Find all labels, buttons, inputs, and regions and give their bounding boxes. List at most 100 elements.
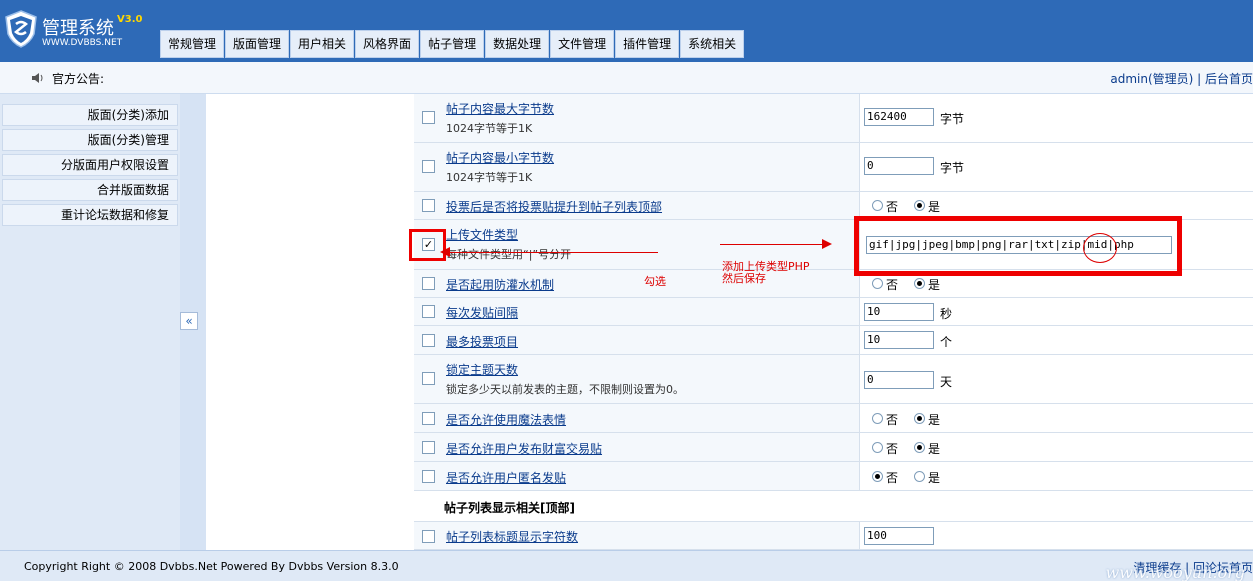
unit-label: 秒 xyxy=(940,307,953,321)
radio-no-label: 否 xyxy=(886,413,899,427)
radio-yes-label: 是 xyxy=(928,278,941,292)
annotation-arrow-left xyxy=(446,252,658,253)
radio-no[interactable] xyxy=(872,413,883,424)
radio-yes-label: 是 xyxy=(928,442,941,456)
option-desc: 1024字节等于1K xyxy=(446,171,533,184)
arrow-right-icon xyxy=(822,239,832,249)
annotation-check-label: 勾选 xyxy=(644,275,666,288)
radio-yes[interactable] xyxy=(914,413,925,424)
sidebar-item-recount-repair[interactable]: 重计论坛数据和修复 xyxy=(2,204,178,226)
settings-table: 帖子内容最大字节数 1024字节等于1K 162400 字节 帖子内容最小字节数… xyxy=(414,94,1253,550)
row-checkbox[interactable] xyxy=(422,334,435,347)
sidebar-item-merge-boards[interactable]: 合并版面数据 xyxy=(2,179,178,201)
radio-no[interactable] xyxy=(872,278,883,289)
unit-label: 个 xyxy=(940,335,953,349)
unit-label: 字节 xyxy=(940,161,965,175)
section-title: 帖子列表显示相关[顶部] xyxy=(444,501,575,515)
copyright-text: Copyright Right © 2008 Dvbbs.Net Powered… xyxy=(24,560,399,573)
logo-subtitle: WWW.DVBBS.NET xyxy=(42,38,123,48)
row-checkbox[interactable] xyxy=(422,305,435,318)
table-row: 是否允许用户匿名发贴 否 是 xyxy=(414,462,1253,491)
section-header: 帖子列表显示相关[顶部] xyxy=(414,491,1253,522)
row-checkbox[interactable] xyxy=(422,441,435,454)
table-row: 帖子列表标题显示字符数 100 xyxy=(414,522,1253,550)
radio-yes-label: 是 xyxy=(928,413,941,427)
lock-days-input[interactable]: 0 xyxy=(864,371,934,389)
radio-no-label: 否 xyxy=(886,442,899,456)
nav-tab-users[interactable]: 用户相关 xyxy=(290,30,355,58)
table-row: 最多投票项目 10 个 xyxy=(414,326,1253,355)
radio-yes[interactable] xyxy=(914,200,925,211)
max-vote-items-input[interactable]: 10 xyxy=(864,331,934,349)
row-checkbox[interactable] xyxy=(422,111,435,124)
radio-yes-label: 是 xyxy=(928,471,941,485)
radio-yes[interactable] xyxy=(914,471,925,482)
option-title[interactable]: 锁定主题天数 xyxy=(446,361,518,378)
user-links[interactable]: admin(管理员) | 后台首页 xyxy=(1110,70,1253,87)
nav-tab-boards[interactable]: 版面管理 xyxy=(225,30,290,58)
sidebar-item-add-board[interactable]: 版面(分类)添加 xyxy=(2,104,178,126)
option-title[interactable]: 每次发贴间隔 xyxy=(446,304,518,321)
annotation-add-line2: 然后保存 xyxy=(722,272,766,285)
header-bar: 管理系统 V3.0 WWW.DVBBS.NET 常规管理 版面管理 用户相关 风… xyxy=(0,0,1253,62)
table-row: 帖子内容最大字节数 1024字节等于1K 162400 字节 xyxy=(414,94,1253,143)
notice-bar: 官方公告: admin(管理员) | 后台首页 xyxy=(0,62,1253,94)
arrow-left-icon xyxy=(440,247,450,257)
option-title[interactable]: 最多投票项目 xyxy=(446,333,518,350)
notice-label: 官方公告: xyxy=(52,72,105,86)
row-checkbox[interactable] xyxy=(422,470,435,483)
radio-yes[interactable] xyxy=(914,442,925,453)
logo-version: V3.0 xyxy=(117,14,143,25)
speaker-icon xyxy=(32,73,43,83)
table-row: 每次发贴间隔 10 秒 xyxy=(414,298,1253,326)
option-title[interactable]: 是否允许用户发布财富交易贴 xyxy=(446,440,602,457)
table-row: 锁定主题天数 锁定多少天以前发表的主题，不限制则设置为0。 0 天 xyxy=(414,355,1253,404)
nav-tab-system[interactable]: 系统相关 xyxy=(680,30,745,58)
nav-tab-plugins[interactable]: 插件管理 xyxy=(615,30,680,58)
nav-tab-data[interactable]: 数据处理 xyxy=(485,30,550,58)
radio-no[interactable] xyxy=(872,442,883,453)
title-length-input[interactable]: 100 xyxy=(864,527,934,545)
radio-no-label: 否 xyxy=(886,278,899,292)
row-checkbox[interactable] xyxy=(422,160,435,173)
annotation-php-circle xyxy=(1083,233,1117,263)
row-checkbox[interactable] xyxy=(422,277,435,290)
option-desc: 锁定多少天以前发表的主题，不限制则设置为0。 xyxy=(446,383,684,396)
table-row: 是否允许使用魔法表情 否 是 xyxy=(414,404,1253,433)
shield-logo-icon xyxy=(5,10,37,48)
logo-title: 管理系统 xyxy=(42,18,114,39)
option-title[interactable]: 是否允许用户匿名发贴 xyxy=(446,469,566,486)
radio-no-label: 否 xyxy=(886,200,899,214)
annotation-arrow-right xyxy=(720,244,826,245)
option-title[interactable]: 是否允许使用魔法表情 xyxy=(446,411,566,428)
option-title[interactable]: 帖子内容最小字节数 xyxy=(446,149,554,166)
option-title[interactable]: 是否起用防灌水机制 xyxy=(446,276,554,293)
table-row: 是否允许用户发布财富交易贴 否 是 xyxy=(414,433,1253,462)
nav-tab-style[interactable]: 风格界面 xyxy=(355,30,420,58)
row-checkbox[interactable] xyxy=(422,372,435,385)
post-interval-input[interactable]: 10 xyxy=(864,303,934,321)
sidebar-item-board-permissions[interactable]: 分版面用户权限设置 xyxy=(2,154,178,176)
nav-tab-general[interactable]: 常规管理 xyxy=(160,30,225,58)
option-title[interactable]: 上传文件类型 xyxy=(446,226,518,243)
option-title[interactable]: 帖子列表标题显示字符数 xyxy=(446,528,578,545)
radio-no[interactable] xyxy=(872,200,883,211)
collapse-sidebar-button[interactable]: « xyxy=(180,312,198,330)
option-desc: 每种文件类型用“|”号分开 xyxy=(446,248,572,261)
min-bytes-input[interactable]: 0 xyxy=(864,157,934,175)
unit-label: 字节 xyxy=(940,112,965,126)
nav-tab-posts[interactable]: 帖子管理 xyxy=(420,30,485,58)
row-checkbox[interactable] xyxy=(422,530,435,543)
nav-tab-files[interactable]: 文件管理 xyxy=(550,30,615,58)
max-bytes-input[interactable]: 162400 xyxy=(864,108,934,126)
radio-no[interactable] xyxy=(872,471,883,482)
option-title[interactable]: 投票后是否将投票贴提升到帖子列表顶部 xyxy=(446,198,662,215)
option-title[interactable]: 帖子内容最大字节数 xyxy=(446,100,554,117)
radio-no-label: 否 xyxy=(886,471,899,485)
watermark-text: www.wooyun.org xyxy=(1105,563,1246,581)
radio-yes[interactable] xyxy=(914,278,925,289)
row-checkbox[interactable] xyxy=(422,412,435,425)
sidebar-item-manage-board[interactable]: 版面(分类)管理 xyxy=(2,129,178,151)
option-desc: 1024字节等于1K xyxy=(446,122,533,135)
row-checkbox[interactable] xyxy=(422,199,435,212)
